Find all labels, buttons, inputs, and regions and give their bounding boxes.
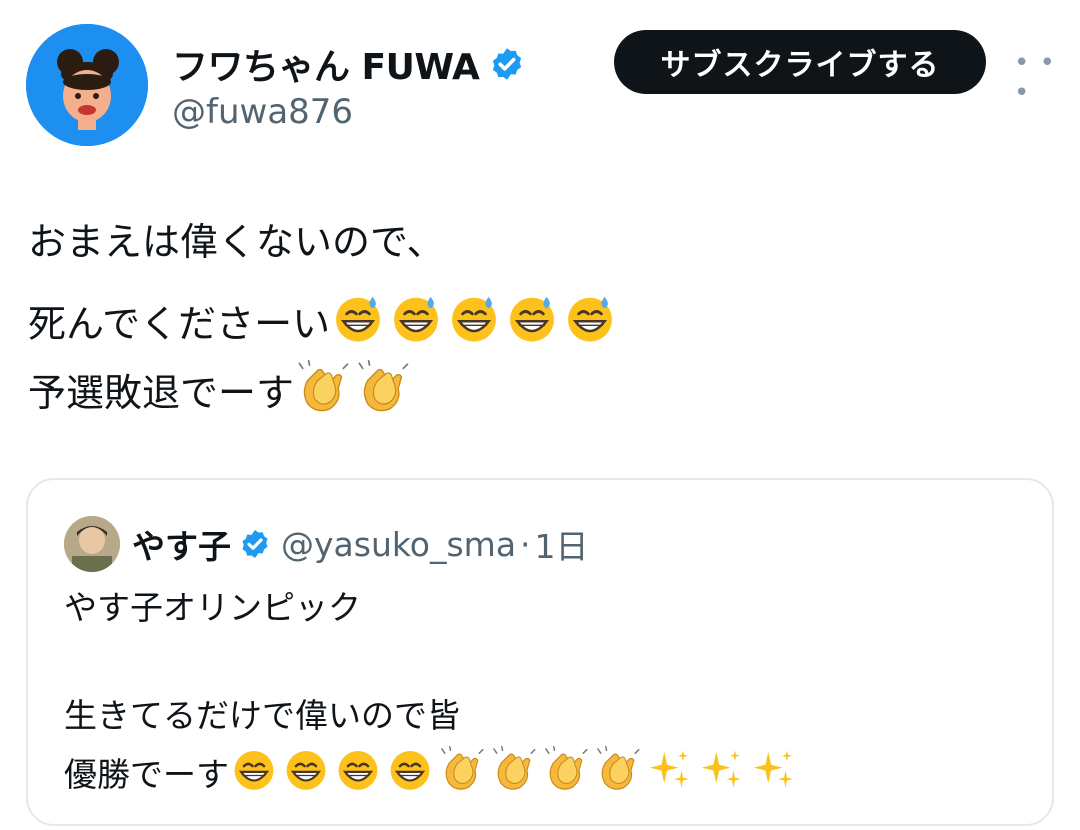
quote-header: やす子 @yasuko_sma · 1日 — [132, 520, 589, 568]
clapping-hands-emoji-icon — [296, 360, 350, 425]
quote-line: 優勝でーす — [64, 746, 797, 803]
quote-author-avatar[interactable] — [64, 516, 120, 572]
emoji-row — [332, 292, 616, 355]
author-display-name[interactable]: フワちゃん FUWA — [172, 38, 480, 90]
more-horizontal-icon[interactable]: • • • — [1014, 48, 1080, 108]
avatar-photo-icon — [64, 516, 120, 572]
quote-text: 優勝でーす — [64, 754, 229, 794]
author-handle[interactable]: @fuwa876 — [172, 92, 353, 132]
sparkles-emoji-icon — [647, 746, 693, 803]
quote-text: やす子オリンピック — [64, 588, 361, 627]
grinning-smile-emoji-icon — [231, 746, 277, 803]
quote-line: やす子オリンピック — [64, 586, 361, 630]
clapping-hands-emoji-icon — [356, 360, 410, 425]
quote-timestamp[interactable]: 1日 — [535, 520, 589, 568]
tweet-line: 予選敗退でーす — [28, 360, 410, 425]
sparkles-emoji-icon — [699, 746, 745, 803]
quoted-tweet-card[interactable]: やす子 @yasuko_sma · 1日 やす子オリンピック 生きてるだけで偉い… — [26, 478, 1054, 826]
grinning-smile-emoji-icon — [387, 746, 433, 803]
quote-handle[interactable]: @yasuko_sma — [281, 525, 516, 564]
sparkles-emoji-icon — [751, 746, 797, 803]
avatar-face-icon — [26, 24, 148, 146]
separator-dot: · — [520, 524, 531, 564]
clapping-hands-emoji-icon — [595, 746, 641, 803]
verified-badge-icon — [489, 46, 525, 82]
author-avatar[interactable] — [26, 24, 148, 146]
tweet-text: 死んでくださーい — [28, 301, 331, 346]
grinning-sweat-emoji-icon — [390, 292, 442, 355]
grinning-sweat-emoji-icon — [448, 292, 500, 355]
clapping-hands-emoji-icon — [543, 746, 589, 803]
quote-display-name[interactable]: やす子 — [132, 520, 231, 568]
emoji-row — [231, 746, 797, 803]
grinning-sweat-emoji-icon — [332, 292, 384, 355]
tweet-text: 予選敗退でーす — [28, 370, 295, 415]
subscribe-button[interactable]: サブスクライブする — [614, 30, 986, 94]
verified-badge-icon — [239, 528, 271, 560]
tweet-text: おまえは偉くないので、 — [28, 220, 445, 264]
tweet-line: 死んでくださーい — [28, 292, 616, 355]
quote-line: 生きてるだけで偉いので皆 — [64, 694, 460, 738]
tweet-line: おまえは偉くないので、 — [28, 218, 444, 266]
grinning-smile-emoji-icon — [335, 746, 381, 803]
grinning-smile-emoji-icon — [283, 746, 329, 803]
clapping-hands-emoji-icon — [491, 746, 537, 803]
grinning-sweat-emoji-icon — [564, 292, 616, 355]
author-display-name-row[interactable]: フワちゃん FUWA — [172, 38, 525, 90]
grinning-sweat-emoji-icon — [506, 292, 558, 355]
emoji-row — [296, 360, 410, 425]
clapping-hands-emoji-icon — [439, 746, 485, 803]
quote-text: 生きてるだけで偉いので皆 — [64, 696, 460, 735]
